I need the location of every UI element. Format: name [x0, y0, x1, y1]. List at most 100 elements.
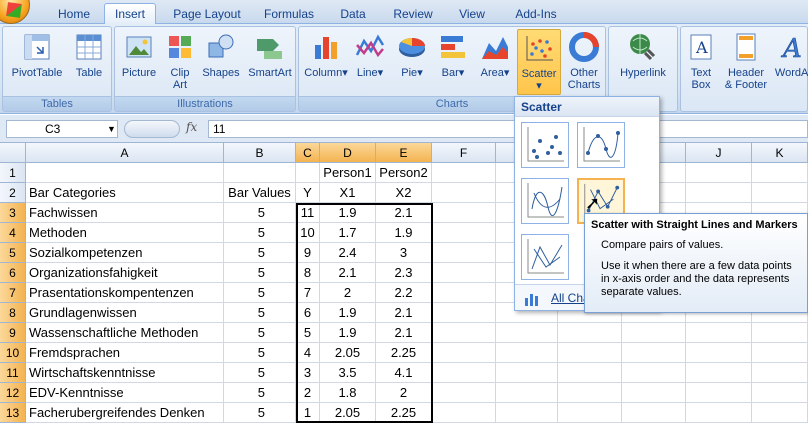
column-header-c[interactable]: C [296, 143, 320, 163]
row-header-12[interactable]: 12 [0, 383, 26, 403]
cell-f4[interactable] [432, 223, 496, 243]
cell-a2[interactable]: Bar Categories [26, 183, 224, 203]
shapes-button[interactable]: Shapes [199, 31, 243, 79]
cell-j10[interactable] [686, 343, 752, 363]
cell-c5[interactable]: 9 [296, 243, 320, 263]
cell-b7[interactable]: 5 [224, 283, 296, 303]
column-header-e[interactable]: E [376, 143, 432, 163]
cell-b2[interactable]: Bar Values [224, 183, 296, 203]
cell-d8[interactable]: 1.9 [320, 303, 376, 323]
tab-page-layout[interactable]: Page Layout [166, 5, 248, 24]
cell-e12[interactable]: 2 [376, 383, 432, 403]
row-header-5[interactable]: 5 [0, 243, 26, 263]
row-header-8[interactable]: 8 [0, 303, 26, 323]
cell-g9[interactable] [496, 323, 558, 343]
cell-f1[interactable] [432, 163, 496, 183]
cell-e3[interactable]: 2.1 [376, 203, 432, 223]
column-header-d[interactable]: D [320, 143, 376, 163]
area-chart-button[interactable]: Area▾ [475, 31, 515, 79]
row-header-6[interactable]: 6 [0, 263, 26, 283]
tab-review[interactable]: Review [386, 5, 440, 24]
cell-k11[interactable] [752, 363, 808, 383]
cell-g13[interactable] [496, 403, 558, 423]
cell-k12[interactable] [752, 383, 808, 403]
cell-c1[interactable] [296, 163, 320, 183]
cell-j2[interactable] [686, 183, 752, 203]
cell-a6[interactable]: Organizationsfahigkeit [26, 263, 224, 283]
column-header-j[interactable]: J [686, 143, 752, 163]
cell-b11[interactable]: 5 [224, 363, 296, 383]
cell-g12[interactable] [496, 383, 558, 403]
name-box-dropdown-icon[interactable]: ▼ [107, 121, 116, 137]
fx-icon[interactable]: fx [186, 120, 197, 134]
cell-b6[interactable]: 5 [224, 263, 296, 283]
cell-i10[interactable] [622, 343, 686, 363]
row-header-9[interactable]: 9 [0, 323, 26, 343]
cell-a5[interactable]: Sozialkompetenzen [26, 243, 224, 263]
row-header-11[interactable]: 11 [0, 363, 26, 383]
column-header-f[interactable]: F [432, 143, 496, 163]
row-header-2[interactable]: 2 [0, 183, 26, 203]
cell-g11[interactable] [496, 363, 558, 383]
cell-k1[interactable] [752, 163, 808, 183]
cell-c10[interactable]: 4 [296, 343, 320, 363]
cell-b4[interactable]: 5 [224, 223, 296, 243]
cell-b10[interactable]: 5 [224, 343, 296, 363]
cell-b8[interactable]: 5 [224, 303, 296, 323]
scatter-smooth-markers-option[interactable] [577, 122, 625, 168]
header-footer-button[interactable]: Header & Footer [721, 31, 771, 91]
cell-a11[interactable]: Wirtschaftskenntnisse [26, 363, 224, 383]
column-header-k[interactable]: K [752, 143, 808, 163]
cell-k13[interactable] [752, 403, 808, 423]
office-button[interactable] [0, 0, 30, 24]
cell-e7[interactable]: 2.2 [376, 283, 432, 303]
cell-d9[interactable]: 1.9 [320, 323, 376, 343]
name-box[interactable]: C3 ▼ [6, 120, 118, 138]
cell-k2[interactable] [752, 183, 808, 203]
cell-c3[interactable]: 11 [296, 203, 320, 223]
cell-c6[interactable]: 8 [296, 263, 320, 283]
cell-f5[interactable] [432, 243, 496, 263]
cell-e1[interactable]: Person2 [376, 163, 432, 183]
cell-b3[interactable]: 5 [224, 203, 296, 223]
cell-d11[interactable]: 3.5 [320, 363, 376, 383]
cell-f13[interactable] [432, 403, 496, 423]
cell-k10[interactable] [752, 343, 808, 363]
cell-c12[interactable]: 2 [296, 383, 320, 403]
cell-f8[interactable] [432, 303, 496, 323]
smartart-button[interactable]: SmartArt [245, 31, 295, 79]
cell-d3[interactable]: 1.9 [320, 203, 376, 223]
cell-b1[interactable] [224, 163, 296, 183]
cell-f10[interactable] [432, 343, 496, 363]
cell-i9[interactable] [622, 323, 686, 343]
cell-g10[interactable] [496, 343, 558, 363]
cell-d5[interactable]: 2.4 [320, 243, 376, 263]
hyperlink-button[interactable]: Hyperlink [613, 31, 673, 79]
cell-h10[interactable] [558, 343, 622, 363]
scatter-smooth-lines-option[interactable] [521, 178, 569, 224]
scatter-markers-only-option[interactable] [521, 122, 569, 168]
cell-e6[interactable]: 2.3 [376, 263, 432, 283]
row-header-4[interactable]: 4 [0, 223, 26, 243]
cell-j1[interactable] [686, 163, 752, 183]
column-chart-button[interactable]: Column▾ [303, 31, 349, 79]
cell-a13[interactable]: Facherubergreifendes Denken [26, 403, 224, 423]
cell-c2[interactable]: Y [296, 183, 320, 203]
tab-insert[interactable]: Insert [104, 3, 156, 25]
cell-e4[interactable]: 1.9 [376, 223, 432, 243]
cell-d12[interactable]: 1.8 [320, 383, 376, 403]
cell-a4[interactable]: Methoden [26, 223, 224, 243]
cell-f12[interactable] [432, 383, 496, 403]
cell-e8[interactable]: 2.1 [376, 303, 432, 323]
scatter-straight-lines-option[interactable] [521, 234, 569, 280]
cell-c4[interactable]: 10 [296, 223, 320, 243]
cell-a1[interactable] [26, 163, 224, 183]
cell-e2[interactable]: X2 [376, 183, 432, 203]
cell-d10[interactable]: 2.05 [320, 343, 376, 363]
scatter-chart-button[interactable]: Scatter ▾ [517, 29, 561, 95]
cell-f9[interactable] [432, 323, 496, 343]
cell-f2[interactable] [432, 183, 496, 203]
cell-j11[interactable] [686, 363, 752, 383]
cell-d6[interactable]: 2.1 [320, 263, 376, 283]
tab-add-ins[interactable]: Add-Ins [506, 5, 566, 24]
